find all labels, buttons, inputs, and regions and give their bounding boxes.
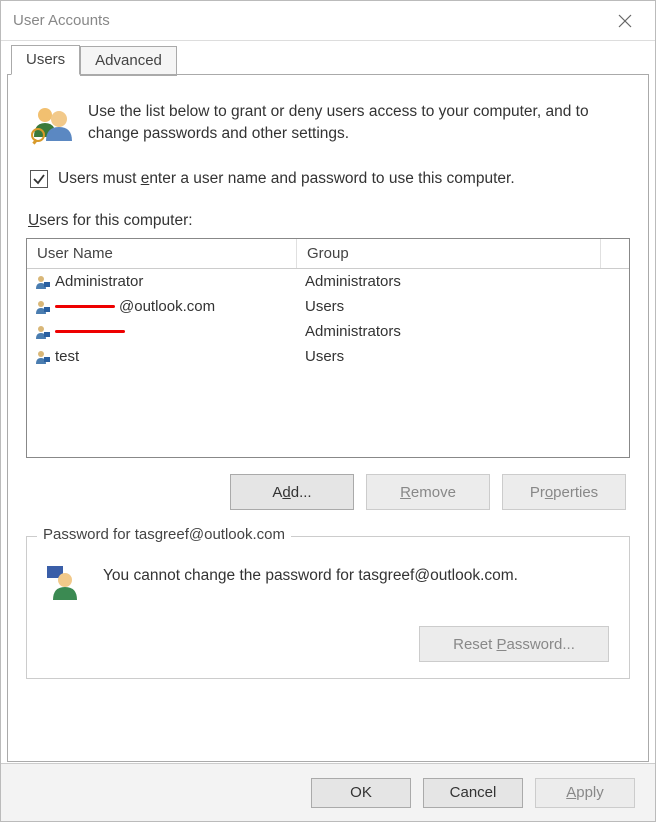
password-message: You cannot change the password for tasgr… — [103, 561, 518, 585]
window-title: User Accounts — [13, 12, 110, 29]
tab-advanced[interactable]: Advanced — [80, 46, 177, 76]
password-groupbox: Password for tasgreef@outlook.com You ca… — [26, 536, 630, 679]
group-text: Administrators — [297, 323, 629, 340]
dialog-button-bar: OK Cancel Apply — [1, 763, 655, 821]
user-icon — [35, 274, 51, 290]
apply-button[interactable]: Apply — [535, 778, 635, 808]
ok-button[interactable]: OK — [311, 778, 411, 808]
password-user-icon — [43, 563, 81, 604]
close-icon — [618, 14, 632, 28]
table-row[interactable]: test Users — [27, 344, 629, 369]
user-icon — [35, 299, 51, 315]
cancel-button[interactable]: Cancel — [423, 778, 523, 808]
titlebar: User Accounts — [1, 1, 655, 41]
username-text: Administrator — [55, 273, 143, 290]
user-icon — [35, 349, 51, 365]
group-text: Administrators — [297, 273, 629, 290]
users-icon — [30, 101, 74, 148]
remove-button[interactable]: Remove — [366, 474, 490, 510]
tab-strip: Users Advanced — [1, 45, 655, 75]
username-text: test — [55, 348, 79, 365]
checkbox-icon — [30, 170, 48, 188]
checkbox-label: Users must enter a user name and passwor… — [58, 170, 515, 188]
column-group[interactable]: Group — [297, 239, 601, 268]
add-button[interactable]: Add... — [230, 474, 354, 510]
group-text: Users — [297, 298, 629, 315]
list-button-row: Add... Remove Properties — [26, 474, 626, 510]
redacted-text — [55, 305, 115, 308]
redacted-text — [55, 330, 125, 333]
user-icon — [35, 324, 51, 340]
password-legend: Password for tasgreef@outlook.com — [37, 526, 291, 543]
intro-text: Use the list below to grant or deny user… — [88, 101, 626, 148]
properties-button[interactable]: Properties — [502, 474, 626, 510]
users-list-label: Users for this computer: — [28, 212, 628, 230]
table-row[interactable]: Administrators — [27, 319, 629, 344]
reset-password-button[interactable]: Reset Password... — [419, 626, 609, 662]
close-button[interactable] — [605, 6, 645, 36]
table-row[interactable]: @outlook.com Users — [27, 294, 629, 319]
must-enter-password-checkbox[interactable]: Users must enter a user name and passwor… — [30, 170, 626, 188]
intro-section: Use the list below to grant or deny user… — [30, 101, 626, 148]
users-list[interactable]: User Name Group AdministratorAdministrat… — [26, 238, 630, 458]
table-row[interactable]: Administrator Administrators — [27, 269, 629, 294]
group-text: Users — [297, 348, 629, 365]
column-username[interactable]: User Name — [27, 239, 297, 268]
list-header[interactable]: User Name Group — [27, 239, 629, 269]
tab-users[interactable]: Users — [11, 45, 80, 75]
username-suffix: @outlook.com — [119, 298, 215, 315]
tab-panel-users: Use the list below to grant or deny user… — [7, 74, 649, 762]
